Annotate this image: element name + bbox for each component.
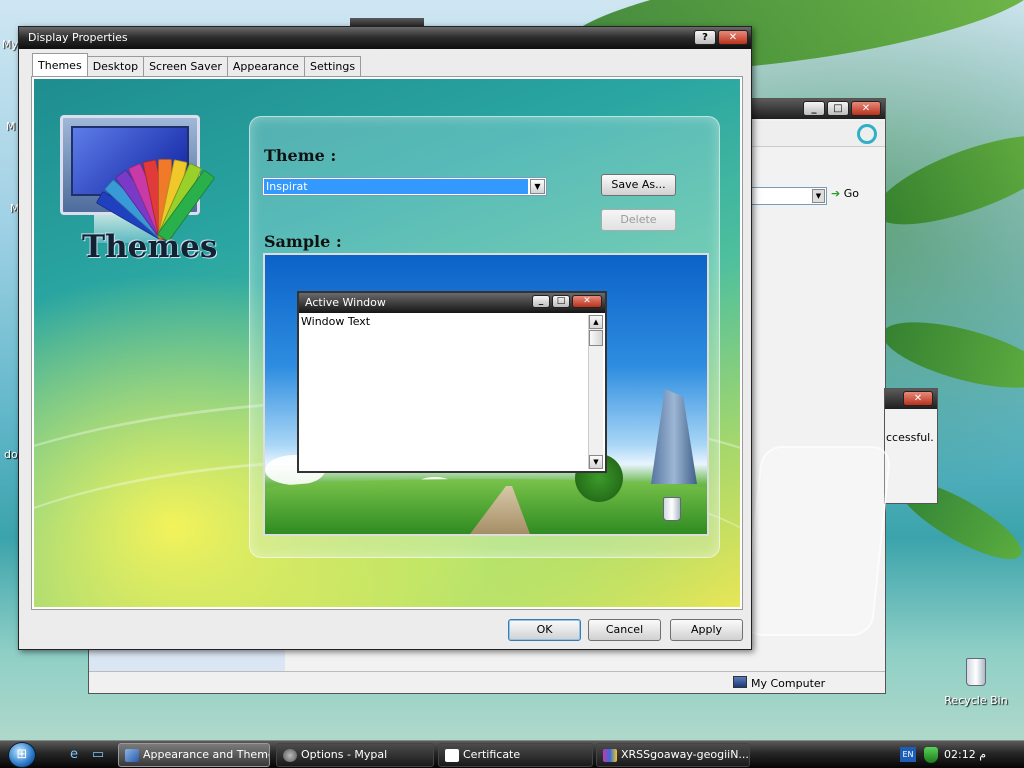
- color-palette-icon: [95, 139, 238, 244]
- recycle-bin[interactable]: Recycle Bin: [944, 656, 1008, 708]
- tab-strip: Themes Desktop Screen Saver Appearance S…: [32, 53, 362, 76]
- recycle-bin-label: Recycle Bin: [944, 694, 1008, 707]
- themes-panel: Themes Theme : Inspirat ▼ Save As... Del…: [31, 76, 743, 610]
- sample-window-titlebar: Active Window _ □ ✕: [299, 293, 605, 313]
- chevron-down-icon[interactable]: ▼: [812, 189, 825, 203]
- apply-button[interactable]: Apply: [670, 619, 743, 641]
- taskbar-item-label: Options - Mypal: [301, 748, 388, 761]
- go-button[interactable]: ➔ Go: [831, 187, 877, 205]
- save-as-button[interactable]: Save As...: [601, 174, 676, 196]
- help-button[interactable]: ?: [694, 30, 716, 45]
- security-shield-icon[interactable]: [924, 747, 938, 763]
- themes-hero-title: Themes: [82, 229, 218, 265]
- glass-device-decoration: [742, 446, 892, 636]
- maximize-button[interactable]: □: [827, 101, 849, 116]
- taskbar-item-appearance-themes[interactable]: Appearance and Themes: [118, 743, 270, 767]
- ok-button[interactable]: OK: [508, 619, 581, 641]
- taskbar-item-xrssgoaway[interactable]: XRSSgoaway-geogiiN...: [596, 743, 750, 767]
- app-icon: [603, 749, 617, 762]
- palm-frond: [865, 117, 1024, 243]
- theme-select[interactable]: Inspirat ▼: [262, 177, 547, 196]
- internet-explorer-icon[interactable]: e: [66, 747, 82, 763]
- chevron-down-icon[interactable]: ▼: [530, 179, 545, 194]
- taskbar-item-label: XRSSgoaway-geogiiN...: [621, 748, 749, 761]
- sample-recycle-bin-icon: [663, 497, 681, 521]
- cancel-button[interactable]: Cancel: [588, 619, 661, 641]
- tab-desktop[interactable]: Desktop: [86, 56, 145, 76]
- taskbar-item-label: Appearance and Themes: [143, 748, 270, 761]
- show-desktop-icon[interactable]: ▭: [90, 747, 106, 763]
- gear-icon: [283, 749, 297, 762]
- scroll-up-icon: ▲: [589, 315, 603, 329]
- tab-appearance[interactable]: Appearance: [226, 56, 305, 76]
- delete-button[interactable]: Delete: [601, 209, 676, 231]
- desktop-icon-label[interactable]: M: [6, 120, 16, 133]
- themes-panel-background: Themes Theme : Inspirat ▼ Save As... Del…: [34, 79, 740, 607]
- refresh-icon[interactable]: [857, 124, 877, 144]
- dialog-titlebar[interactable]: Display Properties ? ✕: [19, 27, 751, 49]
- start-button[interactable]: ⊞: [8, 742, 36, 768]
- go-label: Go: [843, 187, 859, 200]
- taskbar-item-options-mypal[interactable]: Options - Mypal: [276, 743, 434, 767]
- close-button[interactable]: ✕: [903, 391, 933, 406]
- scroll-down-icon: ▼: [589, 455, 603, 469]
- computer-icon: [733, 676, 747, 688]
- explorer-left-pane: [89, 649, 285, 671]
- theme-label: Theme :: [264, 146, 337, 165]
- explorer-toolbar: [749, 121, 885, 147]
- message-titlebar[interactable]: ✕: [885, 389, 937, 409]
- windows-logo-icon: ⊞: [16, 747, 28, 762]
- recycle-bin-icon: [966, 658, 986, 686]
- minimize-button[interactable]: _: [803, 101, 825, 116]
- sample-label: Sample :: [264, 232, 342, 251]
- theme-selection-panel: Theme : Inspirat ▼ Save As... Delete Sam…: [249, 116, 720, 558]
- theme-sample-preview: Active Window _ □ ✕ Window Text ▲ ▼: [263, 253, 709, 536]
- status-bar: My Computer: [89, 671, 885, 693]
- sample-window-text: Window Text: [301, 315, 371, 328]
- desktop-icon-label[interactable]: My: [2, 38, 18, 51]
- close-icon: ✕: [572, 295, 602, 308]
- clock[interactable]: 02:12 م: [944, 748, 986, 761]
- close-button[interactable]: ✕: [851, 101, 881, 116]
- sample-active-window: Active Window _ □ ✕ Window Text ▲ ▼: [297, 291, 607, 473]
- close-button[interactable]: ✕: [718, 30, 748, 45]
- language-indicator[interactable]: EN: [900, 747, 916, 762]
- taskbar: ⊞ e ▭ Appearance and Themes Options - My…: [0, 740, 1024, 768]
- minimize-icon: _: [532, 295, 550, 308]
- sample-scrollbar: ▲ ▼: [588, 315, 603, 469]
- taskbar-item-label: Certificate: [463, 748, 521, 761]
- taskbar-item-certificate[interactable]: Certificate: [438, 743, 593, 767]
- message-window[interactable]: ✕ ccessful.: [884, 388, 938, 504]
- sample-window-title: Active Window: [305, 296, 386, 309]
- maximize-icon: □: [552, 295, 570, 308]
- control-panel-icon: [125, 749, 139, 762]
- address-bar[interactable]: ▼: [749, 187, 827, 205]
- display-properties-dialog[interactable]: Display Properties ? ✕ Themes Desktop Sc…: [18, 26, 752, 650]
- scroll-thumb: [589, 330, 603, 346]
- status-text: My Computer: [751, 677, 826, 690]
- theme-select-value: Inspirat: [264, 179, 528, 194]
- tab-themes[interactable]: Themes: [32, 53, 88, 76]
- certificate-icon: [445, 749, 459, 762]
- dialog-title: Display Properties: [28, 31, 128, 44]
- tab-screen-saver[interactable]: Screen Saver: [143, 56, 228, 76]
- desktop-icon-label[interactable]: do: [4, 448, 18, 461]
- message-text: ccessful.: [886, 431, 934, 444]
- go-arrow-icon: ➔: [831, 187, 841, 200]
- tab-settings[interactable]: Settings: [303, 56, 362, 76]
- tower: [651, 389, 697, 484]
